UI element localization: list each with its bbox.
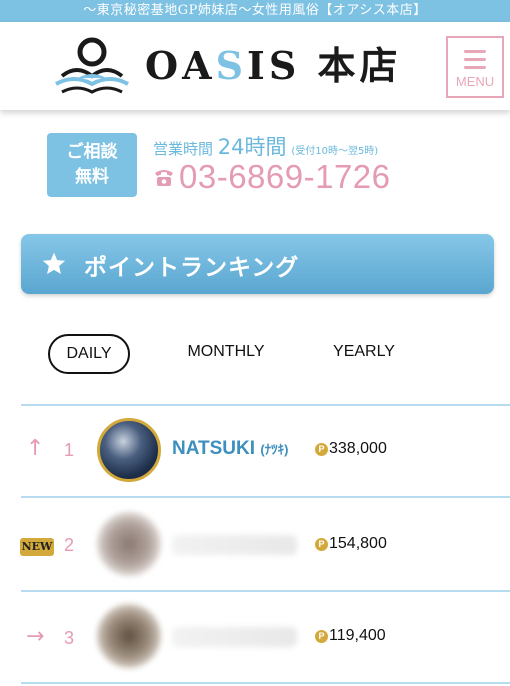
consult-line2: 無料 [75, 167, 109, 187]
phone-link[interactable]: 03-6869-1726 [153, 158, 391, 196]
avatar[interactable] [97, 512, 161, 576]
top-banner: ～東京秘密基地GP姉妹店～女性用風俗【オアシス本店】 [0, 0, 510, 22]
business-hours: 営業時間 24時間 (受付10時～翌5時) [153, 131, 378, 161]
logo-text-prefix: OA [145, 43, 216, 88]
avatar[interactable] [97, 604, 161, 668]
logo-text-suffix: IS 本店 [247, 43, 402, 88]
divider [21, 682, 510, 684]
tab-monthly[interactable]: MONTHLY [172, 332, 280, 372]
ranking-name[interactable]: NATSUKI (ﾅﾂｷ) [172, 438, 289, 460]
points-icon: P [315, 630, 328, 643]
blurred-name[interactable] [172, 627, 297, 647]
telephone-icon [155, 170, 173, 186]
points-icon: P [315, 443, 328, 456]
arrow-right-icon: → [26, 624, 45, 649]
name-text: NATSUKI [172, 438, 256, 459]
ranking-title: ポイントランキング [84, 255, 300, 281]
blurred-name[interactable] [172, 535, 297, 555]
consult-line1: ご相談 [66, 142, 118, 162]
new-badge: NEW [20, 538, 54, 556]
name-kana: (ﾅﾂｷ) [260, 442, 289, 457]
tab-yearly[interactable]: YEARLY [318, 332, 410, 372]
rank-number: 3 [64, 628, 75, 648]
logo-text-accent: S [215, 43, 248, 88]
menu-label: MENU [455, 74, 495, 89]
points-value: 338,000 [329, 440, 387, 457]
hours-note: (受付10時～翌5時) [291, 146, 379, 157]
oasis-logo-icon[interactable] [52, 34, 132, 102]
star-icon [42, 252, 66, 274]
rank-number: 1 [64, 440, 75, 460]
hours-value: 24時間 [217, 135, 287, 159]
phone-number: 03-6869-1726 [179, 158, 391, 195]
tab-daily[interactable]: DAILY [48, 334, 130, 374]
menu-button[interactable]: MENU [446, 36, 504, 98]
hamburger-icon [464, 50, 486, 74]
avatar[interactable] [97, 418, 161, 482]
site-header: OASIS 本店 MENU [0, 22, 510, 110]
logo-text[interactable]: OASIS 本店 [145, 40, 402, 92]
rank-number: 2 [64, 535, 75, 555]
points-icon: P [315, 538, 328, 551]
points-value: 154,800 [329, 535, 387, 552]
free-consultation-badge[interactable]: ご相談 無料 [47, 133, 137, 197]
ranking-header: ポイントランキング [21, 234, 494, 294]
hours-label: 営業時間 [153, 140, 214, 158]
arrow-up-icon: ↑ [26, 436, 45, 461]
points-value: 119,400 [329, 627, 386, 644]
